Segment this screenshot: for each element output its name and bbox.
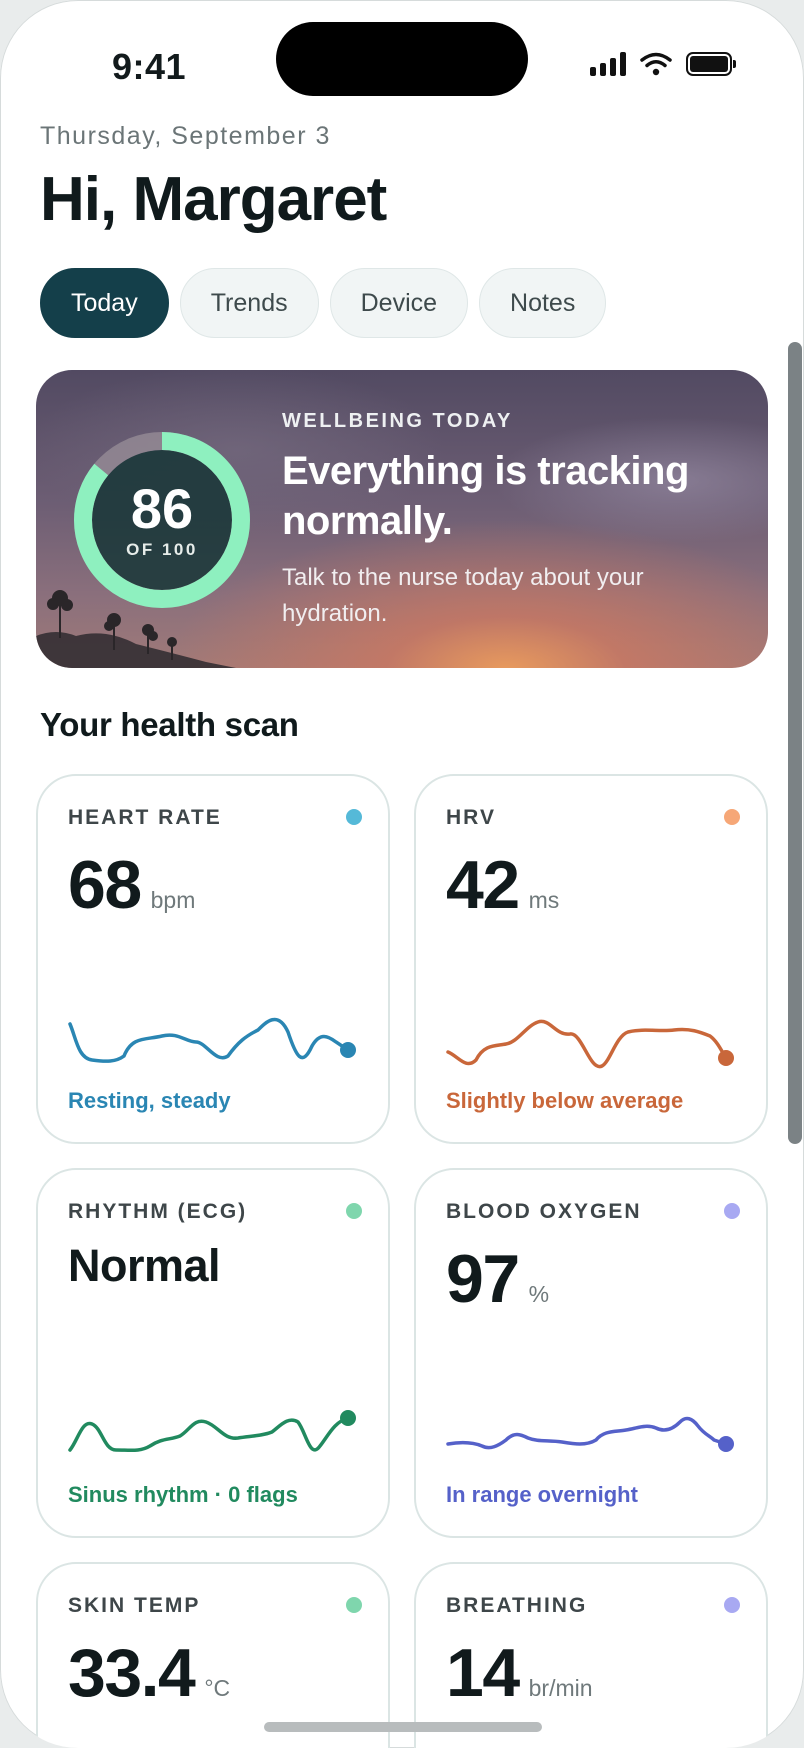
card-value: 97 % [446,1240,549,1318]
skin-temp-card[interactable]: SKIN TEMP 33.4 °C [36,1562,390,1748]
wellbeing-score: 86 [130,477,194,540]
metric-word: Normal [68,1240,221,1291]
wellbeing-score-scale: OF 100 [126,540,198,559]
metric-unit: bpm [150,887,196,913]
tab-device[interactable]: Device [329,268,469,338]
card-value: Normal [68,1240,221,1292]
heart-rate-sparkline [68,1017,356,1063]
status-dot [346,1203,362,1219]
wellbeing-card[interactable]: 86 OF 100 WELLBEING TODAY Everything is … [36,370,768,668]
status-dot [724,1203,740,1219]
card-value: 42 ms [446,846,559,924]
tab-bar: Today Trends Device Notes [40,268,607,338]
wifi-icon [640,52,672,76]
card-label: HEART RATE [68,806,222,829]
metric-number: 14 [446,1635,520,1711]
tab-notes[interactable]: Notes [479,268,607,338]
blood-oxygen-sparkline [446,1416,734,1452]
status-dot [724,1597,740,1613]
card-label: BLOOD OXYGEN [446,1200,642,1223]
heart-rate-card[interactable]: HEART RATE 68 bpm Resting, steady [36,774,390,1144]
status-time: 9:41 [112,46,187,87]
scrollbar[interactable] [788,342,802,1144]
dynamic-island [276,22,528,96]
metric-number: 42 [446,847,520,923]
card-label: RHYTHM (ECG) [68,1200,248,1223]
metric-unit: °C [204,1675,231,1701]
home-indicator[interactable] [264,1722,542,1732]
ecg-card[interactable]: RHYTHM (ECG) Normal Sinus rhythm · 0 fla… [36,1168,390,1538]
wellbeing-kicker: WELLBEING TODAY [282,410,513,432]
hrv-card[interactable]: HRV 42 ms Slightly below average [414,774,768,1144]
wellbeing-title: Everything is tracking normally. [282,449,689,543]
card-label: BREATHING [446,1594,588,1617]
card-value: 14 br/min [446,1634,593,1712]
status-dot [346,1597,362,1613]
metric-number: 68 [68,847,142,923]
card-label: HRV [446,806,496,829]
ecg-sparkline [68,1410,356,1453]
phone-screen: 9:41 Thursday, September 3 Hi, Margaret … [0,0,804,1748]
date-label: Thursday, September 3 [40,122,331,150]
status-dot [346,809,362,825]
status-dot [724,809,740,825]
hrv-sparkline [446,1019,734,1069]
card-label: SKIN TEMP [68,1594,201,1617]
metric-unit: % [528,1281,550,1307]
blood-oxygen-card[interactable]: BLOOD OXYGEN 97 % In range overnight [414,1168,768,1538]
card-status: Slightly below average [446,1088,684,1113]
metric-unit: br/min [528,1675,593,1701]
card-value: 68 bpm [68,846,195,924]
card-status: In range overnight [446,1482,638,1507]
breathing-card[interactable]: BREATHING 14 br/min [414,1562,768,1748]
wellbeing-message: Talk to the nurse today about your hydra… [282,564,644,627]
metric-number: 97 [446,1241,520,1317]
status-icons [590,52,736,76]
card-value: 33.4 °C [68,1634,230,1712]
cellular-signal-icon [590,52,626,76]
section-title: Your health scan [40,706,299,743]
card-status: Resting, steady [68,1088,231,1113]
metric-number: 33.4 [68,1635,196,1711]
battery-icon [686,52,736,76]
greeting-title: Hi, Margaret [40,165,387,234]
card-status: Sinus rhythm · 0 flags [68,1482,298,1507]
tab-today[interactable]: Today [40,268,169,338]
tab-trends[interactable]: Trends [179,268,319,338]
metric-unit: ms [528,887,560,913]
